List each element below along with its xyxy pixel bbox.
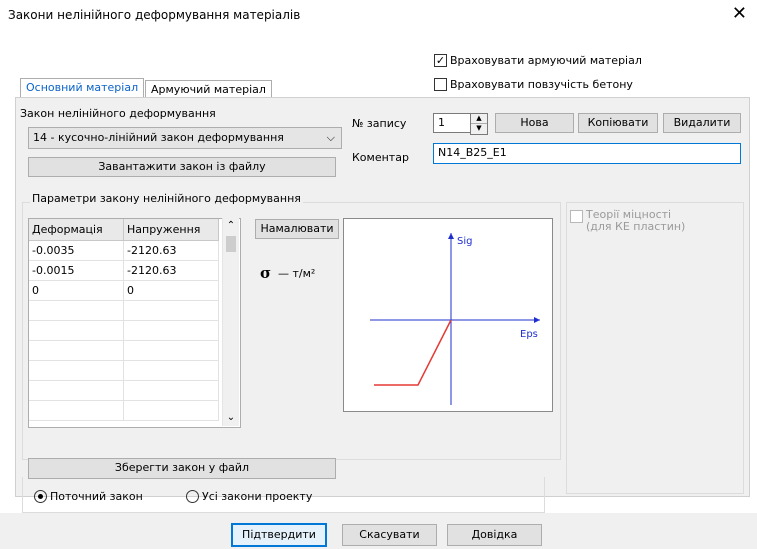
y-axis-label: Sig xyxy=(457,236,472,247)
radio-current-law-label: Поточний закон xyxy=(50,490,143,503)
table-cell[interactable] xyxy=(123,380,219,401)
tab-main-material-label: Основний матеріал xyxy=(26,81,139,94)
y-axis-arrow-icon xyxy=(448,233,454,239)
help-button[interactable]: Довідка xyxy=(447,524,542,546)
params-group-title: Параметри закону нелінійного деформуванн… xyxy=(30,192,303,205)
comment-value: N14_B25_E1 xyxy=(438,146,507,159)
law-select[interactable]: 14 - кусочно-лінійний закон деформування… xyxy=(28,127,342,149)
reinforcement-checkbox[interactable]: ✓ Враховувати армуючий матеріал xyxy=(434,53,642,68)
table-cell[interactable] xyxy=(123,300,219,321)
scroll-up-icon[interactable]: ⌃ xyxy=(223,218,239,234)
checkbox-checked-icon: ✓ xyxy=(434,53,447,67)
sigma-symbol: σ xyxy=(260,264,272,282)
cancel-button[interactable]: Скасувати xyxy=(342,524,437,546)
column-header-deformation[interactable]: Деформація xyxy=(29,219,124,241)
table-cell[interactable] xyxy=(29,300,124,321)
table-cell[interactable] xyxy=(29,400,124,421)
spin-up-icon[interactable]: ▲ xyxy=(471,114,487,124)
radio-all-project-laws[interactable]: Усі закони проекту xyxy=(186,489,313,504)
checkbox-unchecked-icon xyxy=(434,77,447,91)
comment-label: Коментар xyxy=(352,151,409,164)
table-row[interactable] xyxy=(29,320,219,341)
checkbox-unchecked-icon xyxy=(570,210,583,223)
table-row[interactable] xyxy=(29,360,219,381)
table-cell[interactable] xyxy=(123,320,219,341)
delete-button[interactable]: Видалити xyxy=(663,113,741,133)
strength-checkbox[interactable]: Теорії міцності (для КЕ пластин) xyxy=(570,209,685,233)
table-cell[interactable]: -2120.63 xyxy=(123,260,219,281)
reinforcement-label: Враховувати армуючий матеріал xyxy=(450,54,642,67)
creep-checkbox[interactable]: Враховувати повзучість бетону xyxy=(434,77,633,92)
close-icon[interactable]: ✕ xyxy=(732,3,747,24)
table-cell[interactable]: -2120.63 xyxy=(123,240,219,261)
x-axis-arrow-icon xyxy=(534,317,540,323)
chevron-down-icon: ⌵ xyxy=(326,131,335,144)
table-cell[interactable] xyxy=(29,340,124,361)
table-row[interactable]: -0.0015 -2120.63 xyxy=(29,260,219,281)
table-cell[interactable]: 0 xyxy=(29,280,124,301)
record-spinner[interactable]: ▲ ▼ xyxy=(470,113,488,135)
table-row[interactable]: -0.0035 -2120.63 xyxy=(29,240,219,261)
tab-reinforcing-material-label: Армуючий матеріал xyxy=(151,83,266,96)
table-scrollbar[interactable]: ⌃ ⌄ xyxy=(222,218,239,426)
radio-current-law[interactable]: Поточний закон xyxy=(34,489,143,504)
table-cell[interactable]: -0.0035 xyxy=(29,240,124,261)
table-cell[interactable]: 0 xyxy=(123,280,219,301)
law-select-value: 14 - кусочно-лінійний закон деформування xyxy=(33,131,284,144)
law-plot-svg: Sig Eps xyxy=(370,233,540,405)
load-law-button[interactable]: Завантажити закон із файлу xyxy=(28,157,336,177)
table-cell[interactable]: -0.0015 xyxy=(29,260,124,281)
confirm-button[interactable]: Підтвердити xyxy=(231,523,327,547)
save-law-button[interactable]: Зберегти закон у файл xyxy=(28,458,336,479)
table-row[interactable] xyxy=(29,400,219,421)
creep-label: Враховувати повзучість бетону xyxy=(450,78,633,91)
radio-unchecked-icon xyxy=(186,489,199,503)
table-row[interactable]: 00 xyxy=(29,280,219,301)
units-label: — т/м² xyxy=(278,267,316,280)
table-cell[interactable] xyxy=(123,400,219,421)
window-title: Закони нелінійного деформування матеріал… xyxy=(8,8,301,22)
scroll-thumb[interactable] xyxy=(226,236,236,252)
law-curve xyxy=(374,319,452,386)
law-label: Закон нелінійного деформування xyxy=(20,107,216,120)
strength-group xyxy=(566,202,744,494)
column-header-stress[interactable]: Напруження xyxy=(123,219,219,241)
table-row[interactable] xyxy=(29,380,219,401)
scroll-down-icon[interactable]: ⌄ xyxy=(223,410,239,426)
spin-down-icon[interactable]: ▼ xyxy=(471,124,487,133)
table-cell[interactable] xyxy=(29,360,124,381)
record-label: № запису xyxy=(352,117,407,130)
copy-button[interactable]: Копіювати xyxy=(578,113,658,133)
radio-checked-icon xyxy=(34,489,47,503)
x-axis-label: Eps xyxy=(520,329,538,340)
table-cell[interactable] xyxy=(123,360,219,381)
table-row[interactable] xyxy=(29,340,219,361)
law-plot: Sig Eps xyxy=(343,218,553,412)
record-number-value: 1 xyxy=(438,116,445,129)
table-cell[interactable] xyxy=(29,380,124,401)
table-cell[interactable] xyxy=(123,340,219,361)
strength-label-line2: (для КЕ пластин) xyxy=(586,220,686,233)
radio-all-project-laws-label: Усі закони проекту xyxy=(202,490,313,503)
comment-input[interactable]: N14_B25_E1 xyxy=(433,143,741,164)
draw-button[interactable]: Намалювати xyxy=(255,219,339,239)
table-row[interactable] xyxy=(29,300,219,321)
table-cell[interactable] xyxy=(29,320,124,341)
params-table[interactable]: Деформація Напруження -0.0035 -2120.63 -0… xyxy=(28,218,241,428)
new-button[interactable]: Нова xyxy=(495,113,574,133)
